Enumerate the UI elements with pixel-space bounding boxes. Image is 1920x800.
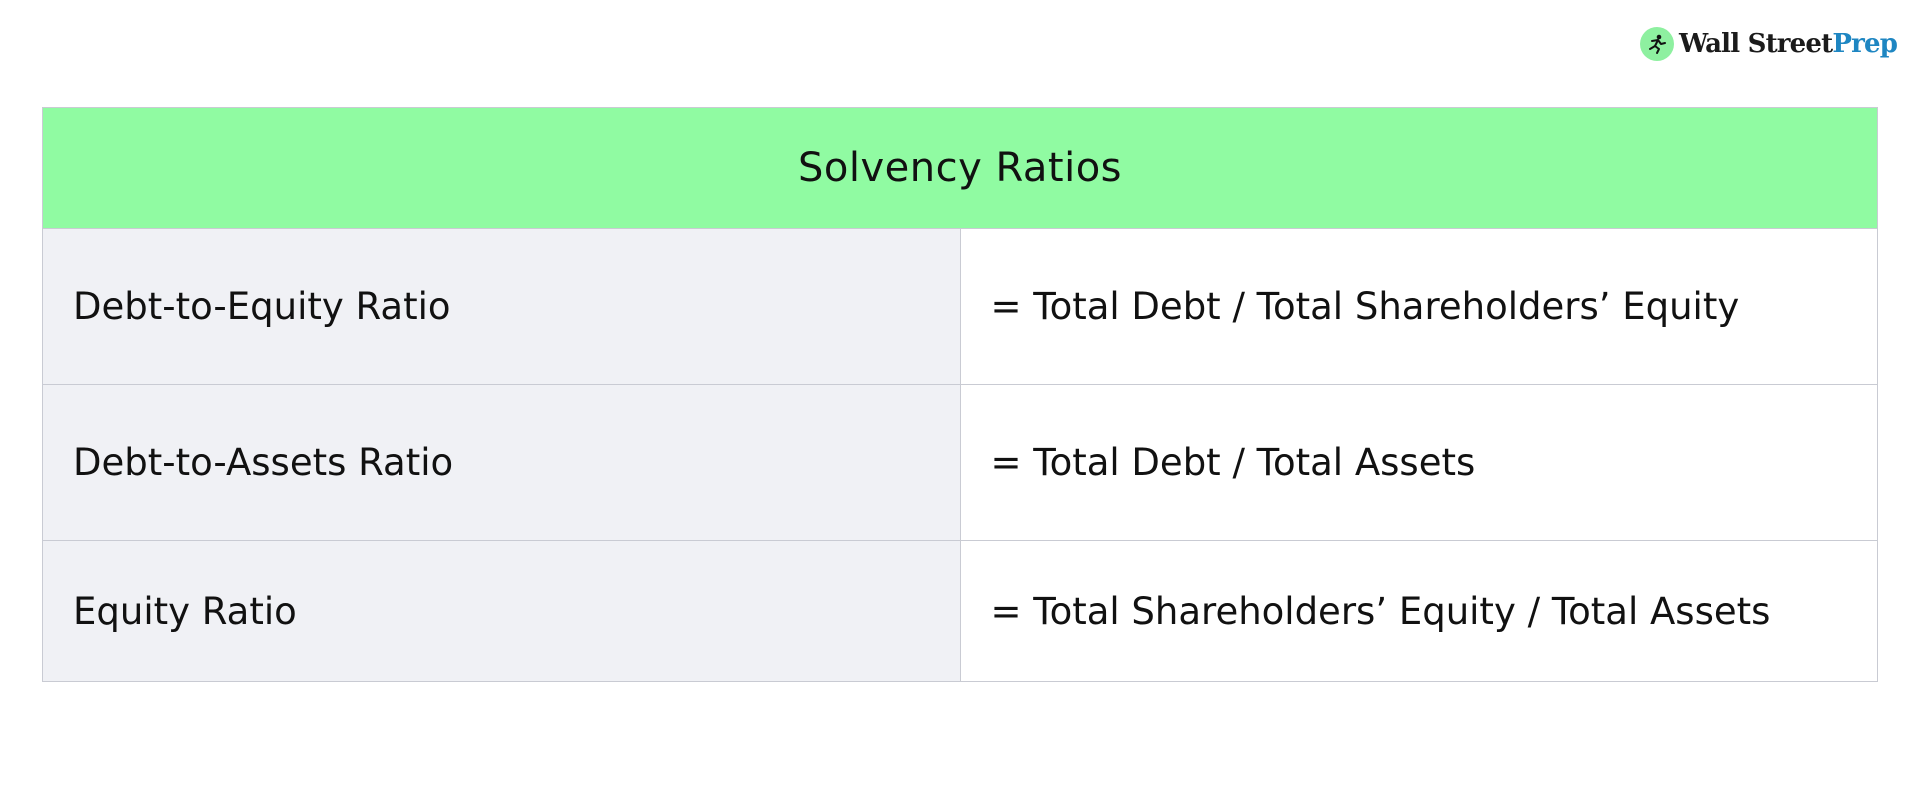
table-row: Equity Ratio = Total Shareholders’ Equit… — [42, 540, 1878, 682]
logo-word-primary: Wall Street — [1679, 29, 1833, 59]
logo-wordmark: Wall StreetPrep — [1679, 29, 1898, 59]
table-row: Debt-to-Assets Ratio = Total Debt / Tota… — [42, 384, 1878, 541]
table-row: Debt-to-Equity Ratio = Total Debt / Tota… — [42, 228, 1878, 385]
logo-word-accent: Prep — [1832, 29, 1898, 59]
ratio-label-debt-to-equity: Debt-to-Equity Ratio — [42, 228, 961, 385]
wall-street-prep-logo: Wall StreetPrep — [1640, 24, 1898, 64]
ratio-formula-debt-to-equity: = Total Debt / Total Shareholders’ Equit… — [959, 228, 1878, 385]
ratio-formula-debt-to-assets: = Total Debt / Total Assets — [959, 384, 1878, 541]
ratio-formula-equity-ratio: = Total Shareholders’ Equity / Total Ass… — [959, 540, 1878, 682]
running-figure-icon — [1640, 27, 1674, 61]
ratio-label-equity-ratio: Equity Ratio — [42, 540, 961, 682]
solvency-ratios-table-wrapper: Solvency Ratios Debt-to-Equity Ratio = T… — [42, 107, 1878, 682]
ratio-label-debt-to-assets: Debt-to-Assets Ratio — [42, 384, 961, 541]
table-header-row: Solvency Ratios — [42, 107, 1878, 229]
table-title: Solvency Ratios — [42, 107, 1878, 229]
solvency-ratios-table: Solvency Ratios Debt-to-Equity Ratio = T… — [42, 107, 1878, 682]
